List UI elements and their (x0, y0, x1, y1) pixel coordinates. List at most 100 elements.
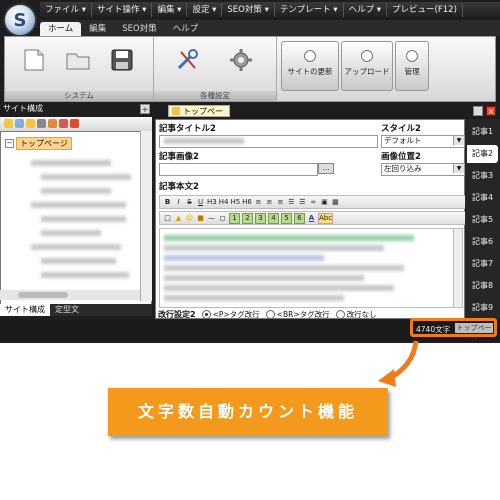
menu-site-ops[interactable]: サイト操作 ▾ (92, 3, 153, 17)
font-color-icon[interactable]: A (307, 214, 316, 223)
numbered-list-icon[interactable]: ☰ (298, 198, 307, 207)
folder-icon[interactable] (4, 119, 13, 128)
body-text-line (164, 265, 404, 271)
tools-icon[interactable] (172, 45, 202, 75)
menu-edit[interactable]: 編集 ▾ (152, 3, 188, 17)
box-icon[interactable]: □ (163, 214, 172, 223)
h3-button[interactable]: H3 (207, 198, 217, 207)
delete-icon[interactable] (59, 119, 68, 128)
align-center-icon[interactable]: ≡ (265, 198, 274, 207)
tab-article-1[interactable]: 記事1 (467, 123, 498, 141)
browse-image-button[interactable]: … (318, 163, 334, 174)
tree-vertical-scrollbar[interactable] (140, 131, 152, 301)
edit-icon[interactable] (48, 119, 57, 128)
italic-button[interactable]: I (174, 198, 183, 207)
tab-templates[interactable]: 定型文 (50, 304, 84, 316)
image-position-select[interactable]: 左回り込み ▼ (381, 163, 465, 176)
style-value: デフォルト (384, 136, 422, 145)
radio-br-tag[interactable]: <BR>タグ改行 (265, 309, 330, 320)
tab-article-7[interactable]: 記事7 (467, 255, 498, 273)
menu-preview[interactable]: プレビュー(F12) (387, 3, 463, 17)
dropdown-icon[interactable] (473, 106, 483, 116)
save-icon[interactable] (107, 45, 137, 75)
tab-help[interactable]: ヘルプ (165, 22, 207, 36)
tree-item-top-page[interactable]: − トップページ (5, 137, 72, 150)
tree-item[interactable] (31, 244, 121, 250)
title-input[interactable] (159, 135, 378, 148)
upload-button[interactable]: アップロード (341, 41, 393, 91)
menu-file[interactable]: ファイル ▾ (40, 3, 92, 17)
tree-item[interactable] (41, 174, 131, 180)
template-button-6[interactable]: 6 (294, 212, 305, 224)
align-left-icon[interactable]: ≡ (254, 198, 263, 207)
tree-item[interactable] (41, 216, 126, 222)
radio-p-tag[interactable]: <P>タグ改行 (201, 309, 260, 320)
gear-icon[interactable] (226, 45, 256, 75)
tab-article-9[interactable]: 記事9 (467, 299, 498, 317)
link-icon[interactable] (37, 119, 46, 128)
page-icon (172, 107, 180, 115)
new-page-icon[interactable] (19, 45, 49, 75)
tree-item[interactable] (41, 188, 111, 194)
highlight-button[interactable]: Abc (318, 212, 334, 224)
tree-item[interactable] (31, 160, 111, 166)
tab-article-6[interactable]: 記事6 (467, 233, 498, 251)
image-input[interactable] (159, 163, 318, 176)
table-icon[interactable]: ▦ (331, 198, 340, 207)
h4-button[interactable]: H4 (219, 198, 229, 207)
strike-button[interactable]: S (185, 198, 194, 207)
template-button-5[interactable]: 5 (281, 212, 292, 224)
smiley-icon[interactable]: ☺ (185, 214, 194, 223)
tree-item[interactable] (41, 230, 101, 236)
tab-article-3[interactable]: 記事3 (467, 167, 498, 185)
tree-item[interactable] (41, 272, 129, 278)
tab-site-structure[interactable]: サイト構成 (0, 304, 50, 316)
tab-article-8[interactable]: 記事8 (467, 277, 498, 295)
menu-help[interactable]: ヘルプ ▾ (344, 3, 388, 17)
collapse-icon[interactable]: − (5, 139, 14, 148)
align-right-icon[interactable]: ≡ (276, 198, 285, 207)
warning-icon[interactable]: ▲ (174, 214, 183, 223)
scrollbar-thumb[interactable] (18, 292, 68, 298)
stop-icon[interactable] (70, 119, 79, 128)
gift-icon[interactable]: ■ (196, 214, 205, 223)
underline-button[interactable]: U (196, 198, 205, 207)
list-icon[interactable]: ☰ (287, 198, 296, 207)
tree-item[interactable] (41, 258, 116, 264)
app-logo[interactable]: S (3, 3, 37, 37)
template-button-2[interactable]: 2 (242, 212, 253, 224)
bold-button[interactable]: B (163, 198, 172, 207)
template-button-3[interactable]: 3 (255, 212, 266, 224)
format-toolbar: B I S U H3 H4 H5 H6 ≡ ≡ ≡ ☰ ☰ ∞ ▣ ▦ (159, 195, 466, 209)
manage-button[interactable]: 管理 (395, 41, 429, 91)
menu-template[interactable]: テンプレート ▾ (275, 3, 344, 17)
tree-toolbar (0, 117, 152, 131)
tab-home[interactable]: ホーム (40, 22, 82, 36)
close-icon[interactable]: × (486, 106, 496, 116)
page-icon[interactable] (15, 119, 24, 128)
h6-button[interactable]: H6 (242, 198, 252, 207)
add-folder-icon[interactable] (26, 119, 35, 128)
radio-no-break[interactable]: 改行なし (335, 309, 377, 320)
link-icon[interactable]: ∞ (309, 198, 318, 207)
tab-seo[interactable]: SEO対策 (114, 22, 164, 36)
menu-seo[interactable]: SEO対策 ▾ (222, 3, 275, 17)
site-update-button[interactable]: サイトの更新 (281, 41, 339, 91)
tab-article-2[interactable]: 記事2 (467, 145, 498, 163)
line-icon[interactable]: — (207, 214, 216, 223)
pin-pane-button[interactable]: + (140, 104, 150, 114)
template-button-1[interactable]: 1 (229, 212, 240, 224)
comment-icon[interactable]: ◻ (218, 214, 227, 223)
style-select[interactable]: デフォルト ▼ (381, 135, 465, 148)
h5-button[interactable]: H5 (230, 198, 240, 207)
template-button-4[interactable]: 4 (268, 212, 279, 224)
tab-article-4[interactable]: 記事4 (467, 189, 498, 207)
image-icon[interactable]: ▣ (320, 198, 329, 207)
menu-settings[interactable]: 設定 ▾ (187, 3, 223, 17)
tab-article-5[interactable]: 記事5 (467, 211, 498, 229)
body-textarea[interactable] (159, 228, 463, 308)
open-folder-icon[interactable] (63, 45, 93, 75)
tab-edit[interactable]: 編集 (81, 22, 114, 36)
tree-item[interactable] (31, 202, 126, 208)
body-scrollbar[interactable] (453, 229, 462, 307)
